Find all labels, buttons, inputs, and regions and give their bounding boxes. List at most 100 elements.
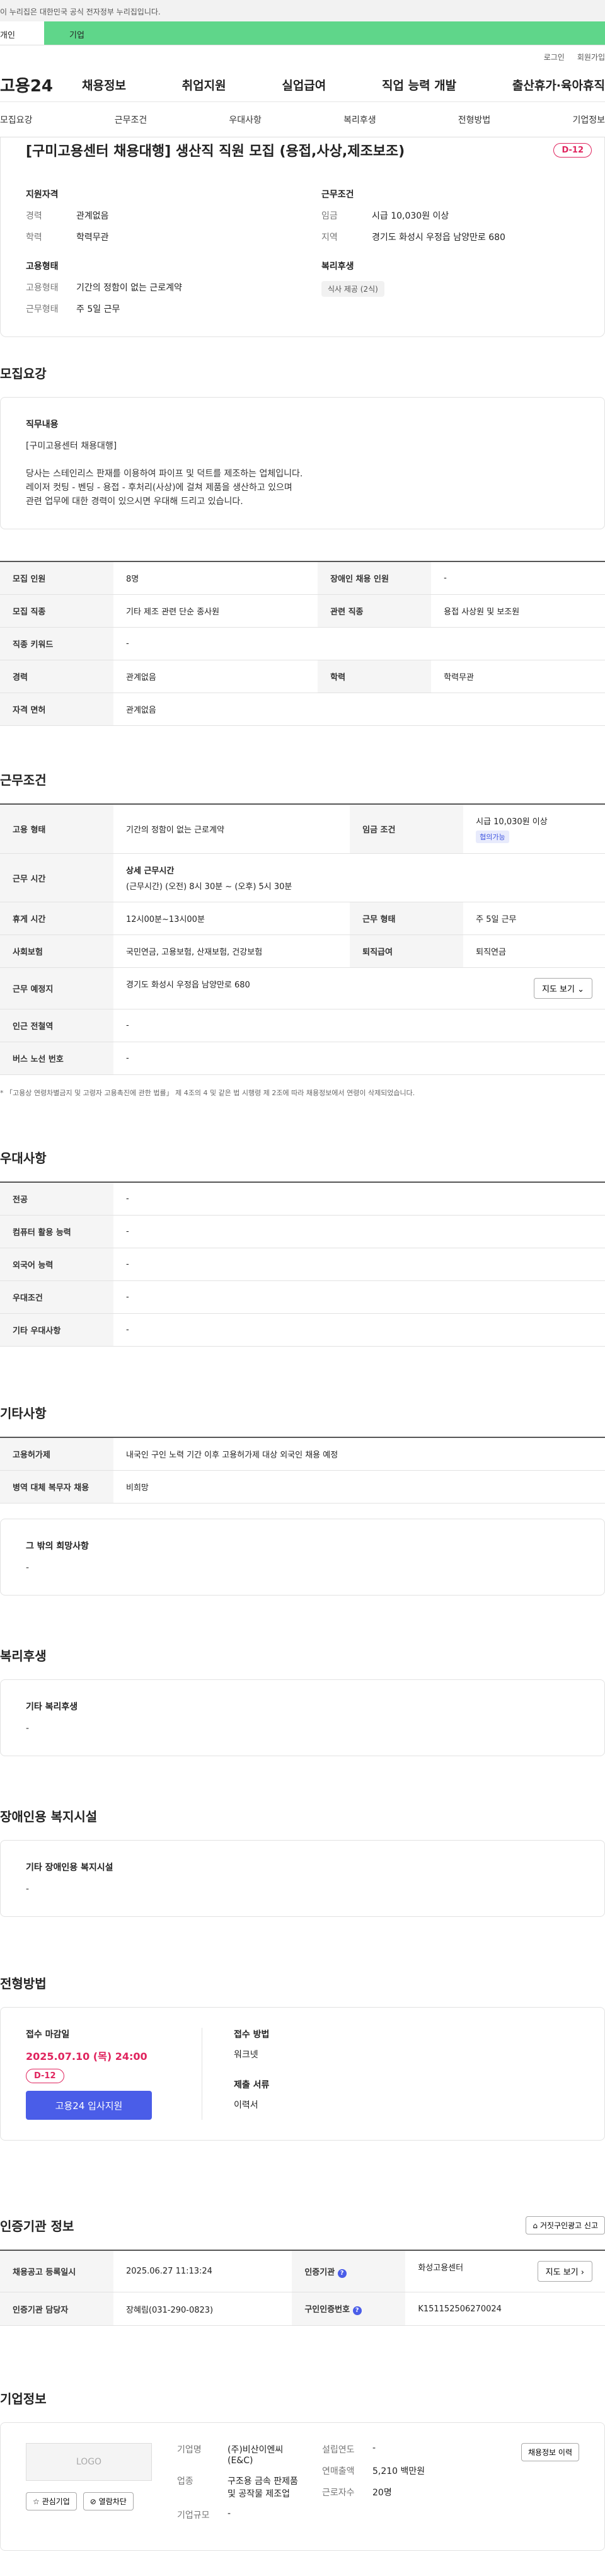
favorite-button[interactable]: ☆ 관심기업 [26,2492,77,2510]
cell-value: - [113,627,605,660]
tab-personal[interactable]: 개인 [0,21,44,45]
hope-title: 그 밖의 희망사항 [26,1541,89,1551]
wage-value: 시급 10,030원 이상 [476,817,548,827]
cell-value: - [113,1042,605,1075]
tab-company[interactable]: 기업 [44,21,605,45]
cell-label: 관련 직종 [318,594,432,628]
name-label: 기업명 [177,2445,202,2455]
report-button[interactable]: ⌂ 거짓구인광고 신고 [526,2216,605,2234]
cell-label: 채용공고 등록일시 [0,2250,113,2292]
cell-value: K151152506270024 [405,2292,605,2326]
disabled-box-title: 기타 장애인용 복지시설 [26,1863,113,1873]
cell-value: 비희망 [113,1470,605,1504]
table-row: 고용 형태 기간의 정함이 없는 근로계약 임금 조건 시급 10,030원 이… [0,804,605,854]
table-row: 병역 대체 복무자 채용 비희망 [0,1470,605,1504]
anchor-recruit[interactable]: 모집요강 [0,113,33,126]
edu-value: 학력무관 [76,233,109,243]
cell-label: 외국어 능력 [0,1248,113,1281]
cell-label: 퇴직급여 [350,934,464,968]
gnb-item[interactable]: 채용정보 [82,76,126,93]
cell-label: 장애인 채용 인원 [318,561,432,595]
deadline-title: 접수 마감일 [26,2030,70,2040]
gnb-item[interactable]: 출산휴가·육아휴직 [512,76,605,93]
section-anchor-nav: 모집요강 근무조건 우대사항 복리후생 전형방법 기업정보 [0,102,605,137]
map-button[interactable]: 지도 보기 ⌄ [533,978,592,999]
gnb-item[interactable]: 취업지원 [182,76,226,93]
method-title: 접수 방법 [234,2030,270,2040]
cell-value: 기타 제조 관련 단순 종사원 [113,594,318,628]
help-icon[interactable]: ? [352,2306,362,2315]
cell-label: 전공 [0,1182,113,1216]
welfare-section-title: 복리후생 [0,1648,47,1664]
workers-value: 20명 [372,2488,392,2498]
time-cell: 상세 근무시간 (근무시간) (오전) 8시 30분 ~ (오후) 5시 30분 [113,853,605,902]
scale-value: - [228,2509,231,2519]
gov-banner: 이 누리집은 대한민국 공식 전자정부 누리집입니다. [0,0,605,21]
cert-table: 채용공고 등록일시 2025.06.27 11:13:24 인증기관 ? 지도 … [0,2250,605,2326]
cell-value: - [113,1280,605,1314]
gov-banner-text: 이 누리집은 대한민국 공식 전자정부 누리집입니다. [0,8,161,16]
cell-value: 내국인 구인 노력 기간 이후 고용허가제 대상 외국인 채용 예정 [113,1437,605,1471]
cell-label: 근무 시간 [0,853,113,902]
duty-tag: [구미고용센터 채용대행] [26,441,117,451]
cell-label: 사회보험 [0,934,113,968]
anchor-process[interactable]: 전형방법 [458,113,491,126]
utility-links: 로그인 회원가입 [0,45,605,68]
table-row: 경력 관계없음 학력 학력무관 [0,660,605,693]
cell-label: 컴퓨터 활용 능력 [0,1215,113,1248]
company-logo-placeholder: LOGO [26,2443,152,2481]
block-label: 열람차단 [98,2497,127,2506]
cell-value: - [113,1009,605,1042]
cell-label: 자격 면허 [0,693,113,726]
site-logo[interactable]: 고용24 [0,73,82,96]
cell-label: 휴게 시간 [0,902,113,935]
login-link[interactable]: 로그인 [544,52,565,62]
block-button[interactable]: ⊘ 열람차단 [83,2492,134,2510]
anchor-welfare[interactable]: 복리후생 [343,113,376,126]
hope-value: - [26,1563,30,1573]
disabled-box: 기타 장애인용 복지시설 - [0,1840,605,1917]
anchor-conditions[interactable]: 근무조건 [115,113,147,126]
cell-label: 학력 [318,660,432,693]
history-button[interactable]: 채용정보 이력 [521,2443,579,2461]
welfare-box: 기타 복리후생 - [0,1679,605,1756]
welfare-box-title: 기타 복리후생 [26,1702,78,1712]
cell-label: 구인인증번호 ? [292,2292,406,2326]
cell-label: 인증기관 담당자 [0,2292,113,2326]
workers-label: 근로자수 [322,2488,355,2498]
wage-cell: 시급 10,030원 이상 협의가능 [463,804,605,854]
etc-section-title: 기타사항 [0,1406,47,1421]
cert-section-title: 인증기관 정보 [0,2219,74,2234]
cell-value: 학력무관 [431,660,605,693]
duty-box: 직무내용 [구미고용센터 채용대행] 당사는 스테인리스 판재를 이용하여 파이… [0,397,605,529]
help-icon[interactable]: ? [337,2268,347,2278]
wage-value: 시급 10,030원 이상 [372,211,449,221]
recruit-table: 모집 인원 8명 장애인 채용 인원 - 모집 직종 기타 제조 관련 단순 종사원 관련… [0,561,605,726]
cell-value: - [113,1215,605,1248]
gnb-item[interactable]: 실업급여 [282,76,326,93]
table-row: 버스 노선 번호 - [0,1042,605,1075]
apply-button[interactable]: 고용24 입사지원 [26,2091,152,2120]
preference-section-title: 우대사항 [0,1151,47,1166]
docs-value: 이력서 [234,2100,258,2110]
apply-box: 접수 마감일 2025.07.10 (목) 24:00 D-12 고용24 입사… [0,2007,605,2141]
anchor-company[interactable]: 기업정보 [572,113,605,126]
welfare-title: 복리후생 [321,262,354,272]
career-label: 경력 [26,211,42,221]
agency-value: 화성고용센터 [418,2263,464,2273]
cell-label: 우대조건 [0,1280,113,1314]
job-summary-card: [구미고용센터 채용대행] 생산직 직원 모집 (용접,사상,제조보조) D-1… [0,137,605,337]
worktype-label: 근무형태 [26,304,59,314]
anchor-preference[interactable]: 우대사항 [229,113,262,126]
est-label: 설립연도 [322,2445,355,2455]
duty-desc: 당사는 스테인리스 판재를 이용하여 파이프 및 덕트를 제조하는 업체입니다. [26,469,303,479]
preference-table: 전공 - 컴퓨터 활용 능력 - 외국어 능력 - 우대조건 - 기타 우대사항 - [0,1182,605,1347]
qualification-title: 지원자격 [26,190,59,200]
global-nav: 고용24 채용정보 취업지원 실업급여 직업 능력 개발 출산휴가·육아휴직 [0,68,605,102]
gnb-item[interactable]: 직업 능력 개발 [382,76,456,93]
table-row: 기타 우대사항 - [0,1313,605,1347]
table-row: 전공 - [0,1182,605,1216]
megaphone-icon: ⌂ [533,2221,538,2230]
signup-link[interactable]: 회원가입 [577,52,605,62]
agency-map-button[interactable]: 지도 보기 › [537,2261,592,2282]
